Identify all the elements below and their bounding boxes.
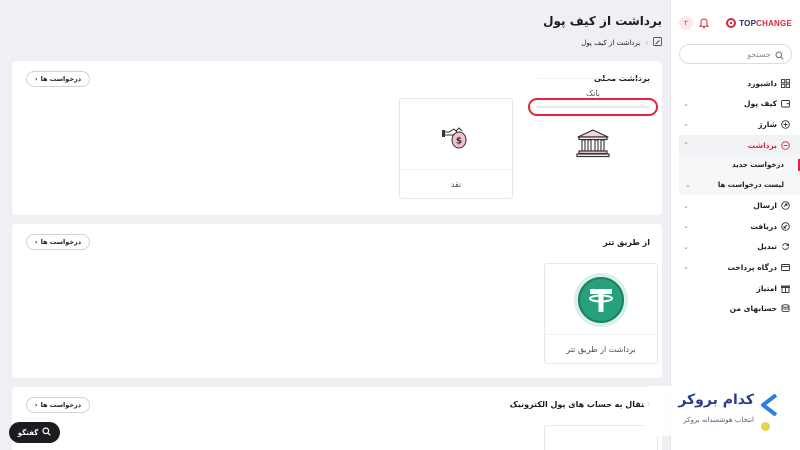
watermark-logo-icon bbox=[760, 393, 778, 420]
sidebar-item-label: حسابهای من bbox=[729, 304, 777, 314]
dashboard-icon bbox=[781, 78, 790, 88]
option-label: برداشت از طریق تتر bbox=[545, 334, 657, 363]
chat-button[interactable]: گفتگو bbox=[9, 422, 60, 443]
svg-text:$: $ bbox=[456, 137, 462, 147]
sidebar: TOPCHANGE ۲ داشبورد کیف پول ⌄ bbox=[670, 0, 800, 450]
sidebar-item-send[interactable]: ارسال ⌄ bbox=[679, 195, 792, 216]
option-label: بانک bbox=[537, 78, 649, 107]
bell-icon[interactable] bbox=[696, 15, 712, 31]
requests-button[interactable]: درخواست ها ‹ bbox=[26, 71, 90, 87]
search-box bbox=[679, 44, 792, 64]
submenu-item-new-request[interactable]: درخواست جدید bbox=[679, 155, 800, 175]
sidebar-item-wallet[interactable]: کیف پول ⌄ bbox=[679, 94, 792, 115]
requests-button[interactable]: درخواست ها ‹ bbox=[26, 234, 90, 250]
requests-button-label: درخواست ها bbox=[40, 401, 82, 409]
sidebar-item-label: امتیاز bbox=[756, 283, 777, 293]
sidebar-item-withdraw[interactable]: برداشت ⌃ bbox=[679, 134, 800, 156]
gift-icon bbox=[781, 285, 790, 293]
chevron-down-icon: ⌄ bbox=[683, 263, 689, 272]
plus-circle-icon bbox=[781, 120, 790, 129]
chevron-left-icon: ‹ bbox=[34, 238, 38, 246]
submenu-item-label: درخواست جدید bbox=[732, 161, 784, 170]
sidebar-item-label: شارژ bbox=[758, 119, 777, 129]
brand-logo[interactable]: TOPCHANGE bbox=[726, 18, 792, 28]
send-circle-icon bbox=[781, 201, 790, 210]
search-icon bbox=[42, 427, 51, 438]
requests-button-label: درخواست ها bbox=[40, 75, 82, 83]
chevron-down-icon: ⌄ bbox=[683, 201, 689, 210]
minus-circle-icon bbox=[781, 140, 790, 150]
sidebar-item-label: درگاه پرداخت bbox=[727, 262, 777, 272]
sidebar-item-dashboard[interactable]: داشبورد bbox=[679, 73, 792, 94]
chevron-left-icon: ‹ bbox=[34, 75, 38, 83]
chevron-up-icon: ⌃ bbox=[683, 141, 689, 150]
bank-icon bbox=[537, 107, 649, 179]
sidebar-item-label: برداشت bbox=[747, 140, 777, 150]
cash-hand-icon: $ bbox=[400, 99, 512, 171]
sidebar-item-payment-gateway[interactable]: درگاه پرداخت ⌄ bbox=[679, 257, 792, 278]
option-electronic-money[interactable] bbox=[544, 425, 658, 450]
option-tether[interactable]: برداشت از طریق تتر bbox=[544, 263, 658, 364]
section-tether: از طریق تتر درخواست ها ‹ برداشت از طریق … bbox=[12, 224, 662, 378]
chevron-down-icon: ⌄ bbox=[683, 242, 689, 251]
chat-button-label: گفتگو bbox=[17, 428, 39, 437]
sidebar-item-my-accounts[interactable]: حسابهای من bbox=[679, 298, 792, 319]
notification-badge: ۲ bbox=[679, 16, 693, 30]
chevron-down-icon: ⌄ bbox=[685, 181, 691, 190]
section-title: انتقال به حساب های پول الکترونیک bbox=[509, 400, 650, 409]
sidebar-item-label: دریافت bbox=[750, 221, 777, 231]
edit-icon bbox=[653, 37, 662, 48]
section-local-withdraw: برداشت محلی درخواست ها ‹ بانک $ نقد bbox=[12, 61, 662, 215]
section-electronic-money: انتقال به حساب های پول الکترونیک درخواست… bbox=[12, 387, 662, 450]
option-cash[interactable]: $ نقد bbox=[399, 98, 513, 199]
sidebar-item-receive[interactable]: دریافت ⌄ bbox=[679, 216, 792, 237]
withdraw-submenu: درخواست جدید لیست درخواست ها ⌄ bbox=[679, 155, 800, 196]
requests-button[interactable]: درخواست ها ‹ bbox=[26, 397, 90, 413]
sidebar-menu: داشبورد کیف پول ⌄ شارژ ⌄ برداشت ⌃ درخواس… bbox=[679, 73, 800, 319]
breadcrumb-current[interactable]: برداشت از کیف پول bbox=[581, 39, 640, 47]
watermark-title: کدام بروکر bbox=[678, 392, 754, 408]
requests-button-label: درخواست ها bbox=[40, 238, 82, 246]
sidebar-item-label: داشبورد bbox=[747, 78, 777, 88]
chevron-right-icon: › bbox=[645, 38, 648, 47]
sidebar-item-charge[interactable]: شارژ ⌄ bbox=[679, 114, 792, 135]
search-input[interactable] bbox=[681, 49, 771, 59]
chevron-down-icon: ⌄ bbox=[683, 99, 689, 108]
section-title: از طریق تتر bbox=[603, 238, 650, 247]
notification-area[interactable]: ۲ bbox=[679, 15, 712, 31]
brand-name-main: TOP bbox=[739, 18, 757, 28]
chevron-left-icon: ‹ bbox=[34, 401, 38, 409]
page-title: برداشت از کیف پول bbox=[543, 14, 662, 28]
sidebar-header: TOPCHANGE ۲ bbox=[679, 12, 792, 34]
search-icon[interactable] bbox=[775, 45, 784, 64]
chevron-down-icon: ⌄ bbox=[683, 120, 689, 129]
sidebar-item-label: ارسال bbox=[753, 201, 777, 211]
option-label: نقد bbox=[400, 169, 512, 198]
option-bank[interactable]: بانک bbox=[528, 78, 658, 158]
logo-mark-icon bbox=[726, 18, 737, 28]
sidebar-item-convert[interactable]: تبدیل ⌄ bbox=[679, 237, 792, 258]
watermark: کدام بروکر انتخاب هوشمندانه بروکر bbox=[644, 386, 784, 436]
database-icon bbox=[781, 304, 790, 313]
submenu-item-request-list[interactable]: لیست درخواست ها ⌄ bbox=[679, 175, 800, 195]
breadcrumb: › برداشت از کیف پول bbox=[581, 37, 662, 48]
watermark-subtitle: انتخاب هوشمندانه بروکر bbox=[683, 416, 754, 424]
sidebar-item-points[interactable]: امتیاز bbox=[679, 278, 792, 299]
card-icon bbox=[781, 264, 790, 271]
chevron-down-icon: ⌄ bbox=[683, 222, 689, 231]
sidebar-item-label: کیف پول bbox=[744, 99, 777, 109]
watermark-dot bbox=[761, 422, 770, 431]
receive-circle-icon bbox=[781, 222, 790, 231]
brand-name-accent: CHANGE bbox=[756, 18, 792, 28]
submenu-item-label: لیست درخواست ها bbox=[717, 181, 784, 190]
sidebar-item-label: تبدیل bbox=[757, 242, 777, 252]
wallet-icon bbox=[781, 100, 790, 108]
refresh-icon bbox=[782, 243, 789, 251]
tether-icon bbox=[545, 264, 657, 336]
